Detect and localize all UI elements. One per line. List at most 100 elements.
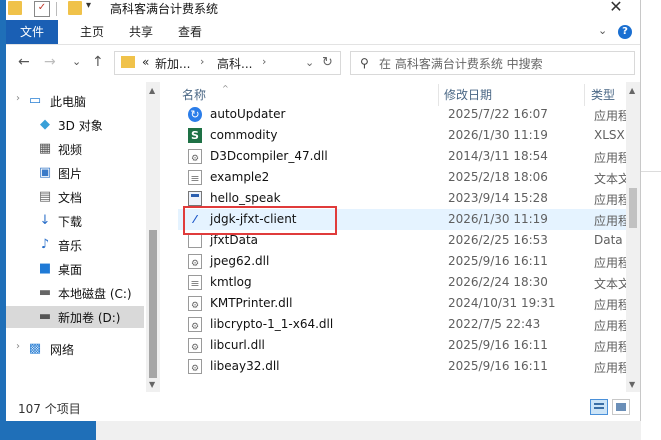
tab-share[interactable]: 共享 (129, 20, 153, 44)
chevron-right-icon[interactable]: › (200, 55, 204, 68)
tab-view[interactable]: 查看 (178, 20, 202, 44)
document-icon: ▤ (38, 189, 52, 204)
dll-icon (188, 338, 202, 353)
large-icons-view-button[interactable] (612, 399, 630, 415)
expand-chevron-icon[interactable]: › (16, 341, 20, 352)
column-header-type[interactable]: 类型 (591, 86, 615, 103)
file-name: commodity (210, 128, 278, 142)
address-segment[interactable]: 高科... (217, 55, 252, 72)
file-type: 应用程序 (594, 109, 626, 123)
address-overflow[interactable]: « (142, 55, 149, 69)
quick-access-dropdown-icon[interactable]: ▾ (86, 0, 91, 11)
sidebar-item-desktop[interactable]: ■ 桌面 (6, 258, 144, 280)
sidebar-item-3d-objects[interactable]: ◆ 3D 对象 (6, 114, 144, 136)
scrollbar-thumb[interactable] (149, 230, 157, 378)
sidebar-item-label: 网络 (50, 343, 75, 357)
tab-home[interactable]: 主页 (80, 20, 104, 44)
dll-icon (188, 296, 202, 311)
column-header-name[interactable]: ^ 名称 (182, 84, 229, 103)
scroll-up-icon[interactable]: ▲ (629, 86, 635, 95)
file-row[interactable]: libcurl.dll 2025/9/16 16:11 应用程序扩展 (178, 335, 626, 356)
ribbon-expand-icon[interactable]: ⌄ (598, 24, 607, 37)
file-type: 应用程序 (594, 214, 626, 228)
drive-c-icon: ▬ (38, 285, 52, 300)
file-type: 文本文档 (594, 277, 626, 291)
sidebar-item-label: 新加卷 (D:) (58, 311, 121, 325)
file-row[interactable]: ↻ autoUpdater 2025/7/22 16:07 应用程序 (178, 104, 626, 125)
address-row: ← → ⌄ ↑ « 新加... › 高科... › ⌄ ↻ ⚲ 在 高科客满台计… (6, 46, 640, 80)
tab-file[interactable]: 文件 (6, 20, 58, 44)
file-row[interactable]: ≡ kmtlog 2026/2/24 18:30 文本文档 (178, 272, 626, 293)
file-name: jfxtData (210, 233, 259, 247)
sidebar-item-label: 音乐 (58, 239, 83, 253)
close-button[interactable]: ✕ (596, 0, 636, 17)
file-type: Data (594, 233, 623, 247)
sidebar-item-documents[interactable]: ▤ 文档 (6, 186, 144, 208)
column-label: 名称 (182, 88, 207, 102)
file-type: XLSX (594, 128, 625, 142)
sidebar-item-label: 本地磁盘 (C:) (58, 287, 132, 301)
dll-icon (188, 149, 202, 164)
column-header-date[interactable]: 修改日期 (444, 86, 492, 103)
file-row[interactable]: ≡ example2 2025/2/18 18:06 文本文档 (178, 167, 626, 188)
file-date: 2022/7/5 22:43 (448, 317, 541, 331)
sidebar-item-network[interactable]: › ▩ 网络 (6, 338, 144, 360)
file-row[interactable]: libcrypto-1_1-x64.dll 2022/7/5 22:43 应用程… (178, 314, 626, 335)
scrollbar-thumb[interactable] (629, 188, 637, 228)
properties-check-icon[interactable]: ✓ (34, 1, 50, 17)
navigation-pane: › ▭ 此电脑 ◆ 3D 对象 ▦ 视频 ▣ 图片 ▤ 文档 ↓ 下载 ♪ 音乐 (6, 82, 160, 392)
sidebar-item-label: 下载 (58, 215, 83, 229)
updater-icon: ↻ (188, 107, 202, 122)
details-view-button[interactable] (590, 399, 608, 415)
chevron-right-icon[interactable]: › (262, 55, 266, 68)
file-list-scrollbar[interactable]: ▲ ▼ (626, 82, 640, 392)
window-title: 高科客满台计费系统 (110, 2, 219, 16)
sidebar-item-videos[interactable]: ▦ 视频 (6, 138, 144, 160)
address-segment[interactable]: 新加... (155, 55, 190, 72)
address-bar[interactable]: « 新加... › 高科... › ⌄ ↻ (114, 51, 341, 75)
file-date: 2026/1/30 11:19 (448, 212, 548, 226)
drive-d-icon: ▬ (38, 309, 52, 324)
folder-icon (121, 56, 135, 68)
forward-button[interactable]: → (44, 54, 56, 70)
scroll-up-icon[interactable]: ▲ (149, 86, 155, 95)
navigation-scrollbar[interactable]: ▲ ▼ (146, 82, 160, 392)
file-date: 2025/9/16 16:11 (448, 254, 548, 268)
file-list: ^ 名称 修改日期 类型 ↻ autoUpdater 2025/7/22 16:… (160, 82, 640, 392)
help-icon[interactable]: ? (618, 25, 632, 39)
dll-icon (188, 254, 202, 269)
file-row[interactable]: jpeg62.dll 2025/9/16 16:11 应用程序扩展 (178, 251, 626, 272)
file-row[interactable]: KMTPrinter.dll 2024/10/31 19:31 应用程序扩展 (178, 293, 626, 314)
file-row[interactable]: S commodity 2026/1/30 11:19 XLSX (178, 125, 626, 146)
file-date: 2026/1/30 11:19 (448, 128, 548, 142)
red-highlight-box (183, 206, 337, 235)
file-date: 2025/7/22 16:07 (448, 107, 548, 121)
sidebar-item-label: 桌面 (58, 263, 83, 277)
taskbar-fragment (0, 421, 96, 440)
search-input[interactable]: ⚲ 在 高科客满台计费系统 中搜索 (350, 51, 635, 75)
expand-chevron-icon[interactable]: › (16, 93, 20, 104)
sidebar-item-label: 3D 对象 (58, 119, 103, 133)
sidebar-item-pictures[interactable]: ▣ 图片 (6, 162, 144, 184)
file-row[interactable]: libeay32.dll 2025/9/16 16:11 应用程序扩展 (178, 356, 626, 377)
status-bar: 107 个项目 (6, 396, 640, 421)
music-icon: ♪ (40, 237, 50, 252)
sidebar-item-drive-d[interactable]: ▬ 新加卷 (D:) (6, 306, 144, 328)
sidebar-item-this-pc[interactable]: › ▭ 此电脑 (6, 90, 144, 112)
computer-icon: ▭ (28, 93, 42, 108)
up-button[interactable]: ↑ (92, 54, 104, 70)
sidebar-item-music[interactable]: ♪ 音乐 (6, 234, 144, 256)
sidebar-item-drive-c[interactable]: ▬ 本地磁盘 (C:) (6, 282, 144, 304)
address-dropdown-icon[interactable]: ⌄ (305, 56, 314, 69)
file-row[interactable]: D3Dcompiler_47.dll 2014/3/11 18:54 应用程序扩… (178, 146, 626, 167)
file-date: 2023/9/14 15:28 (448, 191, 548, 205)
sidebar-item-downloads[interactable]: ↓ 下载 (6, 210, 144, 232)
scroll-down-icon[interactable]: ▼ (149, 380, 155, 389)
scroll-down-icon[interactable]: ▼ (629, 380, 635, 389)
refresh-icon[interactable]: ↻ (322, 55, 333, 70)
new-folder-icon[interactable] (68, 1, 82, 15)
search-placeholder: 在 高科客满台计费系统 中搜索 (379, 57, 543, 71)
data-file-icon (188, 233, 202, 248)
back-button[interactable]: ← (18, 54, 30, 70)
recent-locations-button[interactable]: ⌄ (72, 55, 81, 68)
